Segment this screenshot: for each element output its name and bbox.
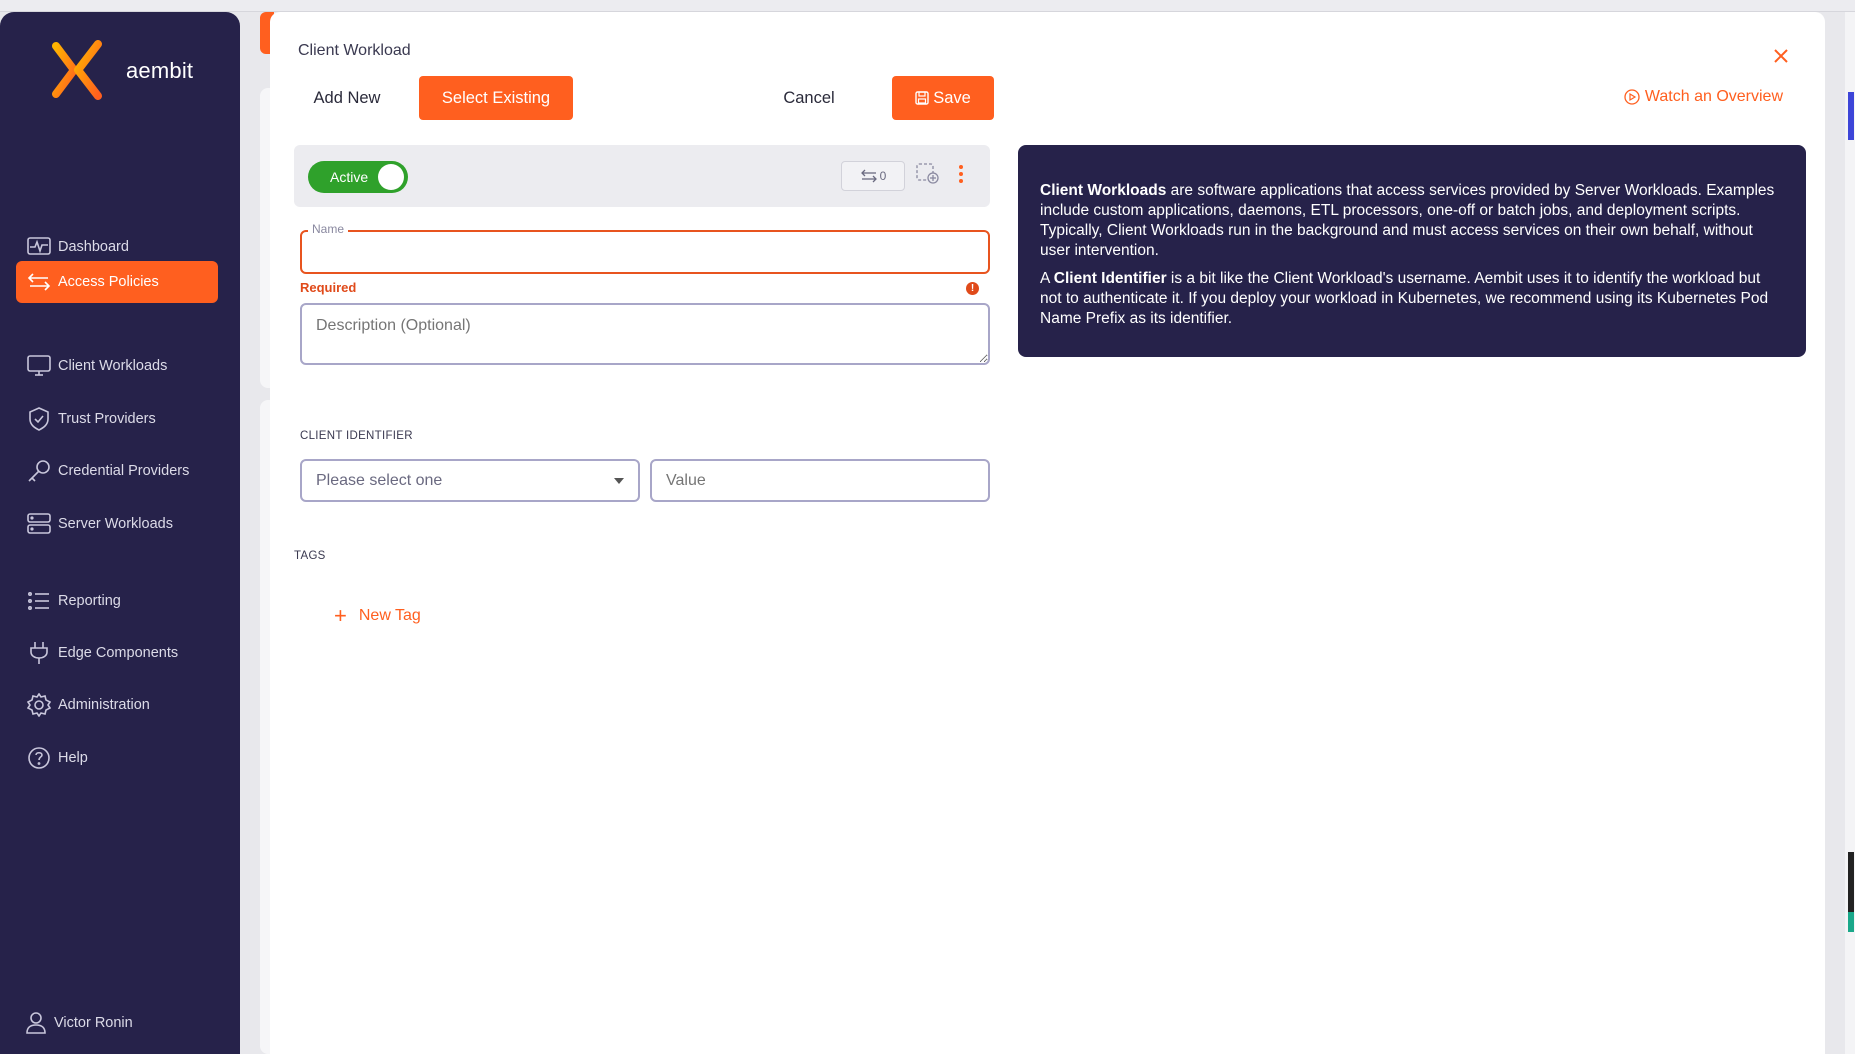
description-input[interactable]	[300, 303, 990, 365]
sidebar-item-server-workloads[interactable]: Server Workloads	[16, 503, 218, 545]
name-input[interactable]	[300, 230, 990, 274]
duplicate-icon[interactable]	[916, 163, 940, 190]
gear-icon	[26, 692, 52, 718]
toggle-label: Active	[330, 169, 369, 185]
info-text: A	[1040, 270, 1054, 287]
sidebar-item-trust-providers[interactable]: Trust Providers	[16, 398, 218, 440]
tags-label: TAGS	[294, 550, 326, 562]
edge-marker	[1848, 912, 1854, 932]
more-options-icon[interactable]	[957, 163, 965, 190]
count-value: 0	[879, 169, 887, 183]
sidebar: aembit Dashboard Access Policies Client …	[0, 12, 240, 1054]
identifier-type-select[interactable]: Please select one	[300, 459, 640, 502]
aembit-logo[interactable]: aembit	[52, 40, 193, 102]
logo-text: aembit	[126, 58, 194, 83]
select-existing-tab[interactable]: Select Existing	[419, 76, 573, 120]
watch-overview-label: Watch an Overview	[1644, 88, 1783, 105]
plus-icon: +	[334, 603, 347, 628]
info-term: Client Identifier	[1053, 270, 1167, 287]
sidebar-item-label: Dashboard	[58, 239, 129, 255]
monitor-icon	[26, 353, 52, 379]
browser-top-strip	[0, 0, 1855, 12]
watch-overview-link[interactable]: Watch an Overview	[1624, 88, 1783, 106]
sidebar-item-label: Edge Components	[58, 645, 179, 661]
sidebar-item-label: Help	[58, 750, 88, 766]
sidebar-item-label: Reporting	[58, 593, 121, 609]
status-bar: Active 0	[294, 145, 990, 207]
sidebar-item-label: Administration	[58, 697, 150, 713]
sidebar-item-edge-components[interactable]: Edge Components	[16, 632, 218, 674]
name-error-text: Required	[300, 280, 357, 295]
close-icon[interactable]	[1771, 46, 1791, 66]
key-icon	[26, 458, 52, 484]
access-policy-count[interactable]: 0	[841, 161, 905, 191]
sidebar-item-reporting[interactable]: Reporting	[16, 580, 218, 622]
user-name: Victor Ronin	[54, 1015, 133, 1031]
client-identifier-label: CLIENT IDENTIFIER	[300, 430, 413, 442]
edge-marker	[1848, 92, 1854, 140]
sidebar-item-label: Access Policies	[58, 274, 159, 290]
shield-check-icon	[26, 406, 52, 432]
name-field-label: Name	[308, 222, 349, 236]
add-new-tab[interactable]: Add New	[298, 76, 396, 120]
help-circle-icon	[26, 745, 52, 771]
sidebar-item-credential-providers[interactable]: Credential Providers	[16, 450, 218, 492]
cancel-button[interactable]: Cancel	[760, 76, 858, 120]
sidebar-item-label: Server Workloads	[58, 516, 173, 532]
window-edge-strip	[1845, 12, 1855, 1054]
aembit-logo-mark-icon	[52, 40, 102, 100]
pulse-icon	[26, 234, 52, 260]
identifier-value-input[interactable]	[650, 459, 990, 502]
select-placeholder: Please select one	[316, 471, 443, 489]
plug-icon	[26, 640, 52, 666]
sidebar-item-client-workloads[interactable]: Client Workloads	[16, 345, 218, 387]
sidebar-item-label: Trust Providers	[58, 411, 156, 427]
toggle-knob	[378, 164, 404, 190]
info-paragraph-2: A Client Identifier is a bit like the Cl…	[1040, 269, 1784, 329]
info-paragraph-1: Client Workloads are software applicatio…	[1040, 181, 1784, 261]
sidebar-item-access-policies[interactable]: Access Policies	[16, 261, 218, 303]
server-icon	[26, 511, 52, 537]
active-toggle[interactable]: Active	[308, 161, 408, 193]
sidebar-item-help[interactable]: Help	[16, 737, 218, 779]
new-tag-label: New Tag	[358, 607, 421, 624]
list-icon	[26, 588, 52, 614]
save-label: Save	[933, 88, 971, 107]
save-icon	[915, 91, 929, 105]
edge-marker	[1848, 852, 1854, 912]
sidebar-item-label: Client Workloads	[58, 358, 168, 374]
sidebar-item-administration[interactable]: Administration	[16, 684, 218, 726]
new-tag-button[interactable]: + New Tag	[334, 603, 421, 628]
error-icon: !	[966, 282, 979, 295]
client-workload-modal: Client Workload Add New Select Existing …	[270, 12, 1825, 1054]
modal-title: Client Workload	[298, 42, 411, 59]
swap-arrows-icon	[860, 169, 877, 183]
info-term: Client Workloads	[1040, 182, 1167, 199]
save-button[interactable]: Save	[892, 76, 994, 120]
swap-arrows-icon	[26, 269, 52, 295]
chevron-down-icon	[614, 478, 624, 484]
play-circle-icon	[1624, 89, 1640, 105]
info-panel: Client Workloads are software applicatio…	[1018, 145, 1806, 357]
user-profile[interactable]: Victor Ronin	[26, 1012, 133, 1034]
user-icon	[26, 1012, 46, 1034]
sidebar-item-label: Credential Providers	[58, 463, 190, 479]
